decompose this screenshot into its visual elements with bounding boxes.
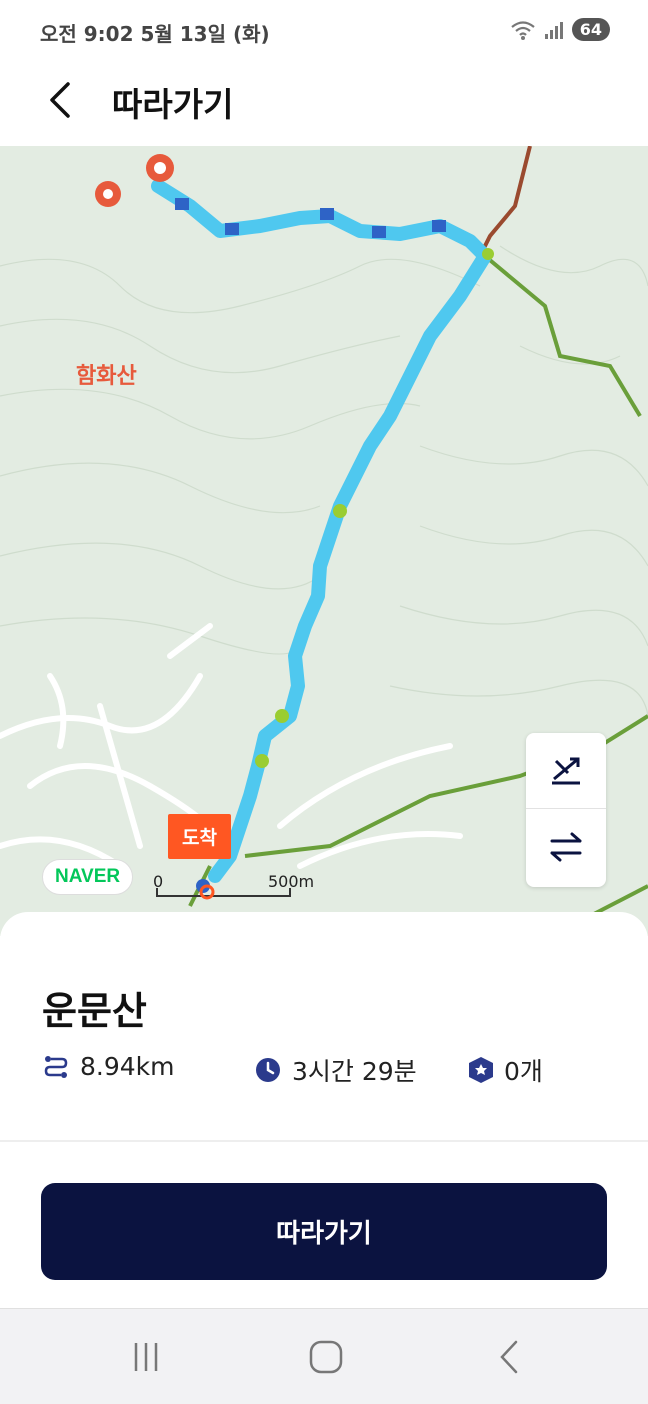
- swap-route-button[interactable]: [526, 809, 606, 885]
- signal-icon: [544, 21, 563, 39]
- peak-marker[interactable]: [95, 181, 121, 207]
- slope-toggle-icon: [552, 757, 580, 784]
- duration-value: 3시간 29분: [292, 1057, 417, 1086]
- back-icon: [500, 1340, 518, 1374]
- scale-zero: 0: [153, 872, 164, 891]
- route-icon: [44, 1055, 68, 1078]
- map-controls: [526, 733, 606, 887]
- peak-label: 함화산: [76, 364, 137, 389]
- divider: [0, 1140, 648, 1142]
- stamp-value: 0개: [504, 1057, 543, 1086]
- start-marker[interactable]: [146, 154, 174, 182]
- header: 따라가기: [0, 64, 648, 146]
- status-bar: 오전 9:02 5월 13일 (화) 64: [0, 0, 648, 64]
- status-icons: 64: [510, 18, 610, 41]
- system-nav-bar: [0, 1308, 648, 1404]
- wifi-icon: [511, 20, 535, 40]
- stamp-icon: [469, 1057, 493, 1083]
- status-time: 오전 9:02 5월 13일 (화): [40, 22, 270, 46]
- distance-value: 8.94km: [80, 1052, 175, 1081]
- recent-apps-icon: [134, 1343, 158, 1371]
- map-view[interactable]: 함화산 NAVER 0 500m 도착: [0, 146, 648, 936]
- duration-stat: 3시간 29분: [254, 1052, 417, 1088]
- scale-max: 500m: [268, 872, 315, 891]
- home-icon: [309, 1340, 343, 1374]
- clock-icon: [256, 1058, 280, 1082]
- battery-icon: 64: [571, 18, 610, 41]
- distance-stat: 8.94km: [42, 1052, 175, 1081]
- home-button[interactable]: [296, 1337, 356, 1377]
- system-back-button[interactable]: [478, 1337, 538, 1377]
- course-name: 운문산: [42, 989, 147, 1033]
- follow-button[interactable]: 따라가기: [41, 1183, 607, 1280]
- chevron-left-icon: [50, 82, 70, 118]
- arrival-flag[interactable]: 도착: [168, 814, 231, 859]
- slope-toggle-button[interactable]: [526, 733, 606, 809]
- naver-logo: NAVER: [42, 859, 134, 895]
- course-sheet: 운문산 8.94km 3시간 29분 0개 따라가기: [0, 912, 648, 1312]
- back-button[interactable]: [40, 78, 84, 122]
- stamp-stat: 0개: [468, 1052, 543, 1088]
- swap-route-icon: [550, 832, 582, 862]
- page-title: 따라가기: [112, 85, 234, 124]
- recent-apps-button[interactable]: [116, 1337, 176, 1377]
- course-stats: 8.94km 3시간 29분 0개: [42, 1052, 622, 1094]
